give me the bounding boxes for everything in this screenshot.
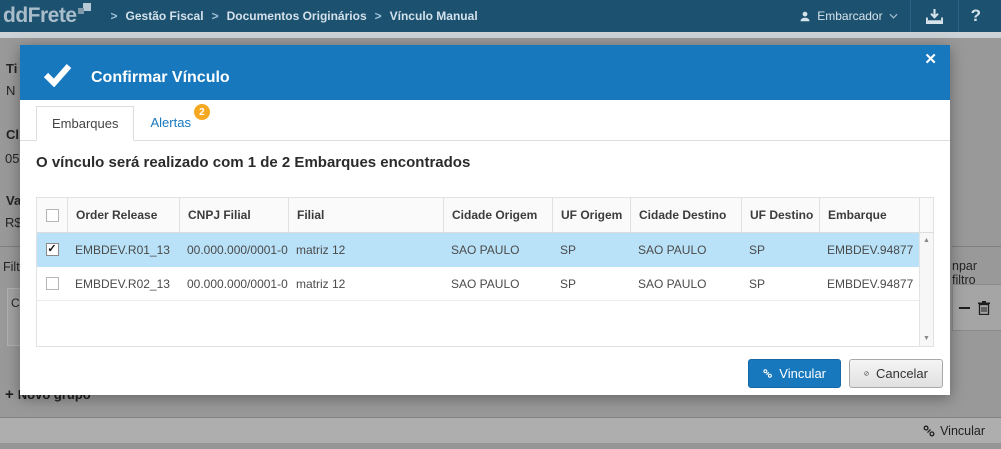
bg-limpar-filtro-fragment[interactable]: npar filtro xyxy=(952,259,1001,287)
plus-icon: + xyxy=(5,386,14,403)
chevron-down-icon xyxy=(889,13,898,19)
bg-label-fragment: Ti xyxy=(6,61,17,76)
breadcrumb: > Gestão Fiscal > Documentos Originários… xyxy=(103,9,478,23)
alertas-count-badge: 2 xyxy=(194,104,210,120)
bg-filtros-fragment: Filt xyxy=(3,260,20,274)
cell-cidade-destino: SAO PAULO xyxy=(630,267,741,300)
cell-uf-origem: SP xyxy=(552,267,630,300)
vincular-button[interactable]: Vincular xyxy=(748,359,841,388)
cell-uf-destino: SP xyxy=(741,233,819,266)
cell-cidade-destino: SAO PAULO xyxy=(630,233,741,266)
cell-cidade-origem: SAO PAULO xyxy=(443,233,552,266)
chevron-right-icon: > xyxy=(375,9,382,23)
col-cidade-destino[interactable]: Cidade Destino xyxy=(630,198,741,232)
bg-divider xyxy=(0,246,20,247)
row-checkbox[interactable]: ✓ xyxy=(46,243,59,256)
trash-icon[interactable] xyxy=(978,301,990,315)
bg-value-fragment: N xyxy=(6,83,15,98)
bg-vincular-label: Vincular xyxy=(940,424,985,438)
breadcrumb-documentos-originarios[interactable]: Documentos Originários xyxy=(227,9,367,23)
user-icon xyxy=(799,10,811,23)
cell-order-release: EMBDEV.R02_13 xyxy=(67,267,179,300)
close-icon[interactable]: ✕ xyxy=(924,52,937,67)
modal-footer-buttons: Vincular Cancelar xyxy=(748,359,943,388)
row-checkbox[interactable] xyxy=(46,277,59,290)
check-icon xyxy=(42,62,73,92)
bg-field-fragment: C xyxy=(11,296,20,310)
download-button[interactable] xyxy=(911,8,958,25)
cell-order-release: EMBDEV.R01_13 xyxy=(67,233,179,266)
scroll-up-icon[interactable]: ▲ xyxy=(920,237,933,244)
col-uf-origem[interactable]: UF Origem xyxy=(552,198,630,232)
chevron-right-icon: > xyxy=(212,9,219,23)
scrollbar-header-spacer xyxy=(919,198,933,232)
col-cnpj-filial[interactable]: CNPJ Filial xyxy=(179,198,288,232)
table-header-row: Order Release CNPJ Filial Filial Cidade … xyxy=(37,198,933,233)
modal-message: O vínculo será realizado com 1 de 2 Emba… xyxy=(36,154,934,171)
col-filial[interactable]: Filial xyxy=(288,198,443,232)
row-checkbox-cell xyxy=(37,267,67,300)
tab-alertas-label: Alertas xyxy=(150,115,190,130)
bg-vincular-action[interactable]: Vincular xyxy=(923,424,985,438)
bg-label-fragment: Cl xyxy=(6,127,19,142)
embarques-table: Order Release CNPJ Filial Filial Cidade … xyxy=(36,197,934,347)
bg-filter-actions-fragment xyxy=(952,284,1001,331)
modal-header: Confirmar Vínculo ✕ xyxy=(20,45,950,100)
bg-bottom-strip xyxy=(0,443,1001,449)
col-uf-destino[interactable]: UF Destino xyxy=(741,198,819,232)
cell-cnpj-filial: 00.000.000/0001-00 xyxy=(179,233,288,266)
help-button[interactable]: ? xyxy=(959,6,993,26)
modal-title: Confirmar Vínculo xyxy=(91,69,230,87)
vincular-button-label: Vincular xyxy=(779,366,826,381)
app-logo[interactable]: ddFrete xyxy=(3,3,91,29)
cell-cnpj-filial: 00.000.000/0001-00 xyxy=(179,267,288,300)
chevron-right-icon: > xyxy=(111,9,118,23)
breadcrumb-gestao-fiscal[interactable]: Gestão Fiscal xyxy=(126,9,204,23)
breadcrumb-vinculo-manual[interactable]: Vínculo Manual xyxy=(390,9,478,23)
col-order-release[interactable]: Order Release xyxy=(67,198,179,232)
download-icon xyxy=(925,8,944,25)
remove-filter-icon[interactable] xyxy=(959,307,970,309)
cell-uf-destino: SP xyxy=(741,267,819,300)
row-checkbox-cell: ✓ xyxy=(37,233,67,266)
cell-cidade-origem: SAO PAULO xyxy=(443,267,552,300)
page-header-strip xyxy=(0,32,1001,38)
cell-uf-origem: SP xyxy=(552,233,630,266)
select-all-cell xyxy=(37,198,67,232)
table-row[interactable]: ✓ EMBDEV.R01_13 00.000.000/0001-00 matri… xyxy=(37,233,919,267)
table-scrollbar[interactable]: ▲ ▼ xyxy=(919,233,933,346)
user-menu-label: Embarcador xyxy=(817,9,882,23)
cancelar-button-label: Cancelar xyxy=(876,366,928,381)
cancelar-button[interactable]: Cancelar xyxy=(849,359,943,388)
col-cidade-origem[interactable]: Cidade Origem xyxy=(443,198,552,232)
scroll-down-icon[interactable]: ▼ xyxy=(920,335,933,342)
cell-filial: matriz 12 xyxy=(288,267,443,300)
tab-embarques[interactable]: Embarques xyxy=(36,106,134,141)
modal-tabs: Embarques Alertas 2 xyxy=(20,100,950,141)
user-menu[interactable]: Embarcador xyxy=(787,9,909,23)
confirmar-vinculo-modal: Confirmar Vínculo ✕ Embarques Alertas 2 … xyxy=(20,45,950,395)
cell-embarque: EMBDEV.94877 xyxy=(819,233,919,266)
cell-filial: matriz 12 xyxy=(288,233,443,266)
app-logo-text: ddFrete xyxy=(3,3,77,29)
col-embarque[interactable]: Embarque xyxy=(819,198,919,232)
select-all-checkbox[interactable] xyxy=(46,209,59,222)
bg-divider xyxy=(952,246,1001,247)
link-icon xyxy=(763,367,772,380)
top-navigation-bar: ddFrete > Gestão Fiscal > Documentos Ori… xyxy=(0,0,1001,32)
table-row[interactable]: EMBDEV.R02_13 00.000.000/0001-00 matriz … xyxy=(37,267,919,301)
bg-label-fragment: Va xyxy=(6,193,21,208)
cancel-icon xyxy=(864,367,869,380)
bg-value-fragment: 05 xyxy=(5,151,19,166)
tab-alertas[interactable]: Alertas 2 xyxy=(134,105,206,140)
logo-squares-icon xyxy=(78,3,91,17)
bg-footer-bar: Vincular xyxy=(0,418,1001,443)
link-icon xyxy=(923,425,935,437)
cell-embarque: EMBDEV.94877 xyxy=(819,267,919,300)
